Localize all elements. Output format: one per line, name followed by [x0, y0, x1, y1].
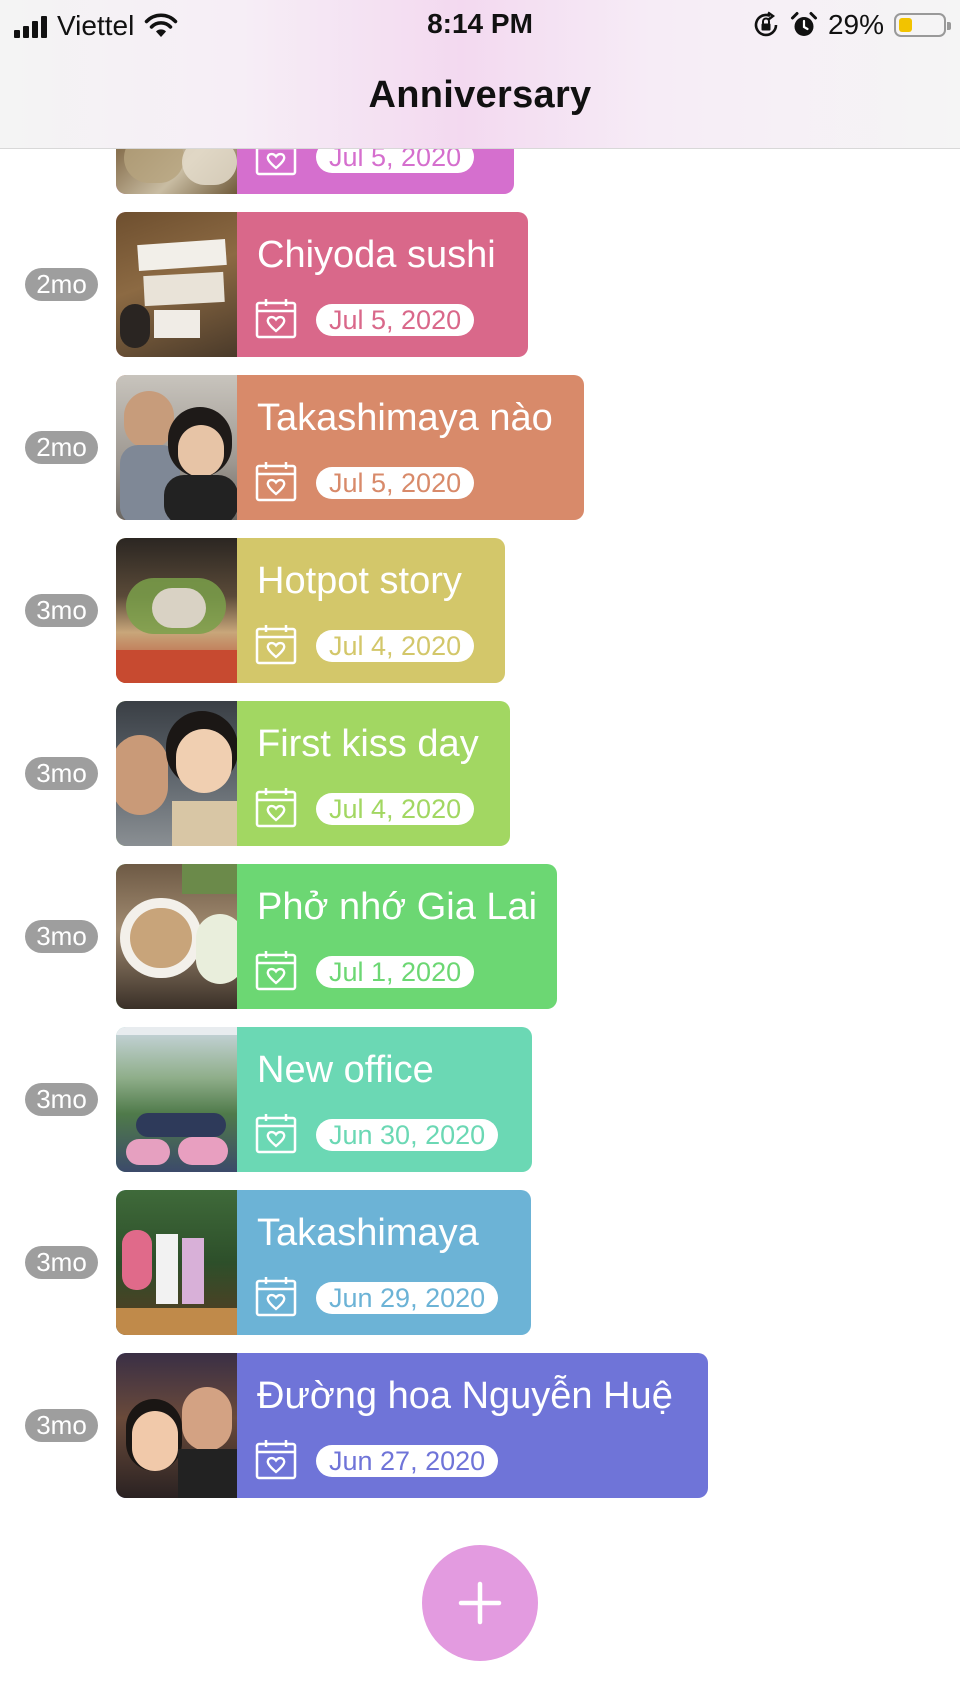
- age-badge: 3mo: [25, 757, 98, 790]
- date-badge: Jun 30, 2020: [316, 1119, 499, 1151]
- alarm-clock-icon: [790, 12, 817, 36]
- photo-thumbnail: [116, 864, 237, 1009]
- photo-thumbnail: [116, 1353, 237, 1498]
- calendar-heart-icon: [255, 625, 297, 665]
- battery-percent: 29%: [827, 9, 884, 40]
- card-body: Takashimaya Jun 29, 2020: [237, 1190, 531, 1335]
- date-badge: Jul 5, 2020: [316, 467, 475, 499]
- calendar-heart-icon: [255, 1277, 297, 1317]
- anniversary-card[interactable]: Takashimaya Jun 29, 2020: [116, 1190, 531, 1335]
- add-anniversary-button[interactable]: [422, 1545, 538, 1661]
- card-title: Chiyoda sushi: [257, 234, 496, 276]
- card-title: First kiss day: [257, 723, 479, 765]
- card-body: Hotpot story Jul 4, 2020: [237, 538, 505, 683]
- calendar-heart-icon: [255, 462, 297, 502]
- card-body: Phở nhớ Gia Lai Jul 1, 2020: [237, 864, 557, 1009]
- calendar-heart-icon: [255, 1114, 297, 1154]
- card-body: Chiyoda sushi Jul 5, 2020: [237, 212, 528, 357]
- battery-icon: [894, 13, 951, 37]
- card-body: First kiss day Jul 4, 2020: [237, 701, 510, 846]
- age-badge: 2mo: [25, 268, 98, 301]
- card-title: Phở nhớ Gia Lai: [257, 886, 538, 928]
- date-badge: Jul 4, 2020: [316, 630, 475, 662]
- anniversary-card[interactable]: First kiss day Jul 4, 2020: [116, 701, 510, 846]
- page-title: Anniversary: [368, 74, 592, 116]
- anniversary-card[interactable]: Takashimaya nào Jul 5, 2020: [116, 375, 584, 520]
- photo-thumbnail: [116, 212, 237, 357]
- photo-thumbnail: [116, 1190, 237, 1335]
- list-item[interactable]: 3mo New office Jun 30, 2020: [0, 1027, 960, 1172]
- date-badge: Jul 5, 2020: [316, 304, 475, 336]
- age-badge: 3mo: [25, 1246, 98, 1279]
- date-badge: Jun 29, 2020: [316, 1282, 499, 1314]
- photo-thumbnail: [116, 701, 237, 846]
- anniversary-card[interactable]: Đường hoa Nguyễn Huệ Jun 27, 2020: [116, 1353, 708, 1498]
- card-title: Hotpot story: [257, 560, 462, 602]
- age-badge: 3mo: [25, 920, 98, 953]
- calendar-heart-icon: [255, 1440, 297, 1480]
- card-body: New office Jun 30, 2020: [237, 1027, 532, 1172]
- card-title: New office: [257, 1049, 434, 1091]
- card-body: Đường hoa Nguyễn Huệ Jun 27, 2020: [237, 1353, 708, 1498]
- card-body: Takashimaya nào Jul 5, 2020: [237, 375, 584, 520]
- list-item[interactable]: 3mo Hotpot story Jul 4, 2020: [0, 538, 960, 683]
- navigation-header: Viettel 8:14 PM 29% Anniversary: [0, 0, 960, 149]
- calendar-heart-icon: [255, 788, 297, 828]
- anniversary-card[interactable]: Chiyoda sushi Jul 5, 2020: [116, 212, 528, 357]
- card-title: Takashimaya nào: [257, 397, 553, 439]
- list-item[interactable]: 3mo Phở nhớ Gia Lai Jul 1, 2020: [0, 864, 960, 1009]
- calendar-heart-icon: [255, 951, 297, 991]
- photo-thumbnail: [116, 375, 237, 520]
- card-title: Takashimaya: [257, 1212, 479, 1254]
- age-badge: 3mo: [25, 1409, 98, 1442]
- age-badge: 2mo: [25, 431, 98, 464]
- plus-icon: [458, 1581, 502, 1625]
- age-badge: 3mo: [25, 594, 98, 627]
- photo-thumbnail: [116, 1027, 237, 1172]
- calendar-heart-icon: [255, 299, 297, 339]
- age-badge: 3mo: [25, 1083, 98, 1116]
- date-badge: Jul 1, 2020: [316, 956, 475, 988]
- anniversary-card[interactable]: Phở nhớ Gia Lai Jul 1, 2020: [116, 864, 557, 1009]
- photo-thumbnail: [116, 538, 237, 683]
- status-right: 29%: [752, 9, 951, 41]
- status-bar: Viettel 8:14 PM 29%: [0, 0, 960, 48]
- orientation-lock-icon: [754, 11, 778, 37]
- date-badge: Jul 4, 2020: [316, 793, 475, 825]
- list-item[interactable]: 3mo First kiss day Jul 4, 2020: [0, 701, 960, 846]
- list-item[interactable]: 3mo Đường hoa Nguyễn Huệ Jun 27, 2020: [0, 1353, 960, 1498]
- anniversary-card[interactable]: Hotpot story Jul 4, 2020: [116, 538, 505, 683]
- list-item[interactable]: 2mo Chiyoda sushi Jul 5, 2020: [0, 212, 960, 357]
- anniversary-card[interactable]: New office Jun 30, 2020: [116, 1027, 532, 1172]
- date-badge: Jun 27, 2020: [316, 1445, 499, 1477]
- card-title: Đường hoa Nguyễn Huệ: [257, 1375, 673, 1417]
- list-item[interactable]: 3mo Takashimaya Jun 29, 2020: [0, 1190, 960, 1335]
- list-item[interactable]: 2mo Takashimaya nào Jul 5, 2020: [0, 375, 960, 520]
